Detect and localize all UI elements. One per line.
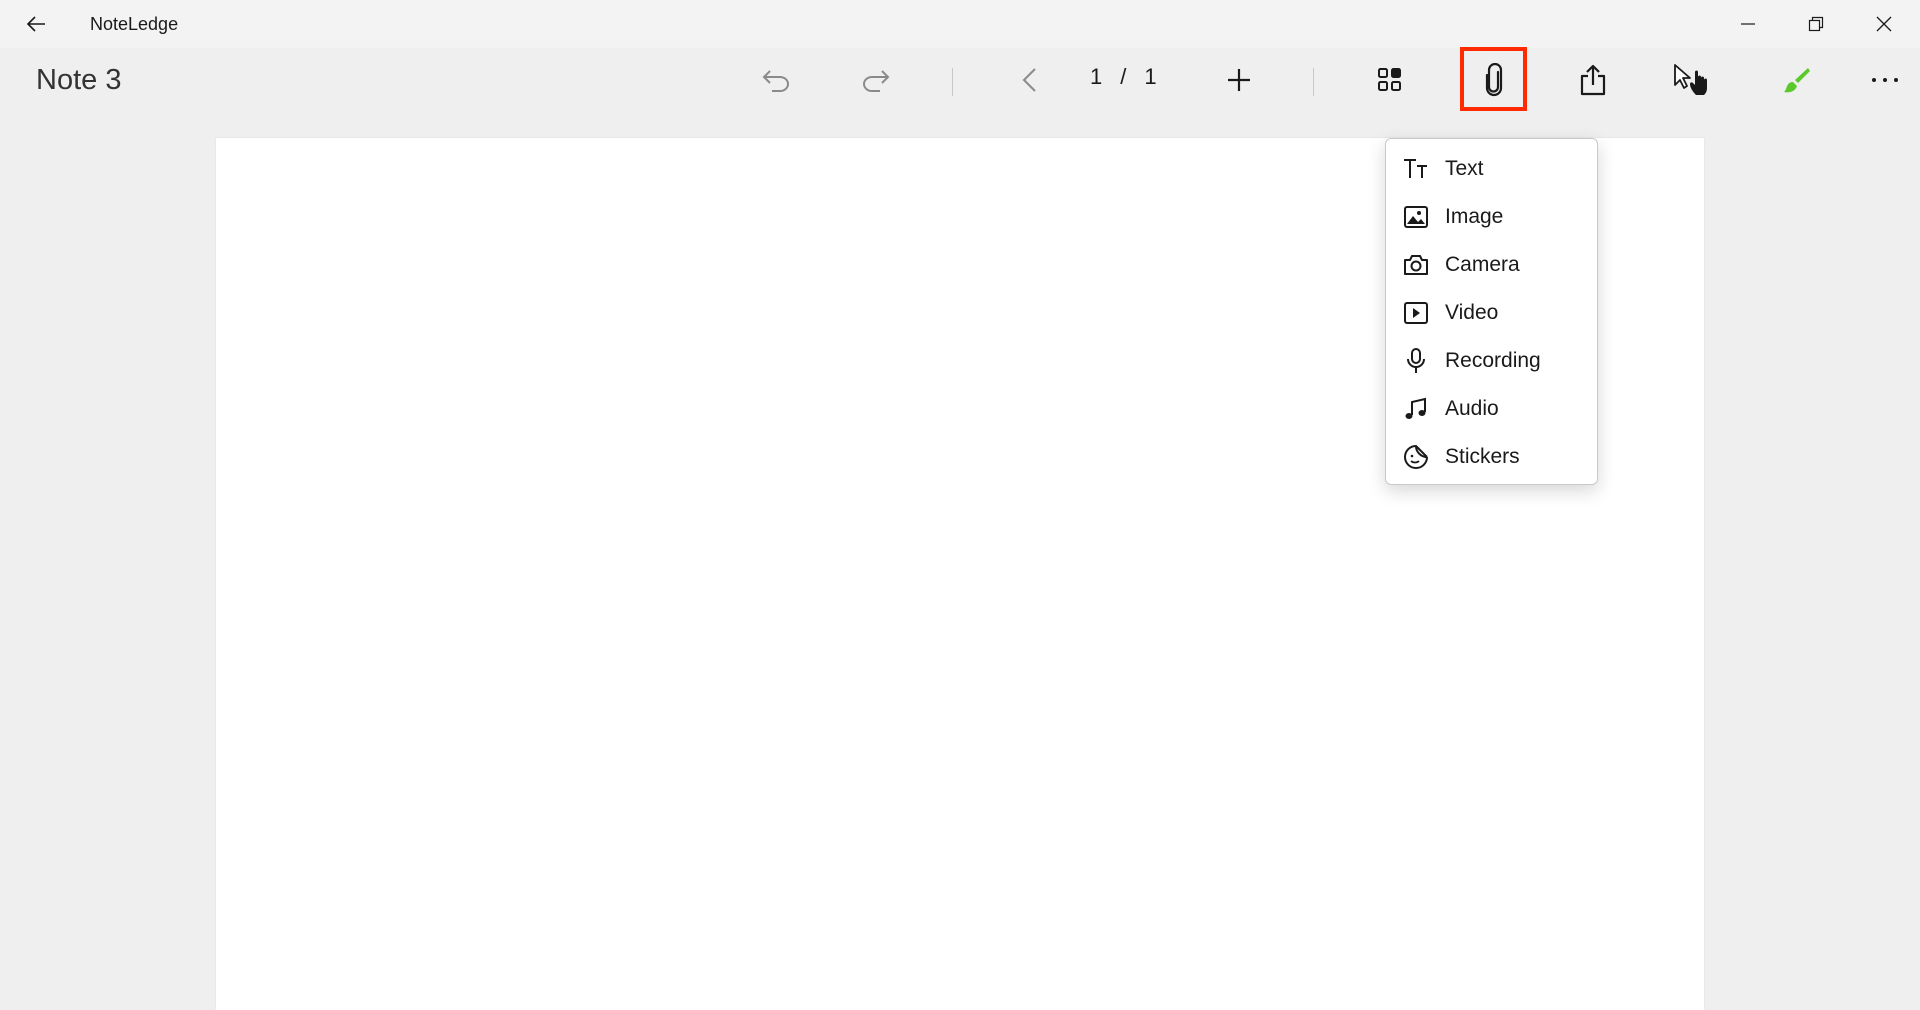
add-page-button[interactable] [1211, 54, 1267, 106]
grid-icon [1378, 68, 1401, 91]
menu-item-camera[interactable]: Camera [1386, 241, 1597, 289]
menu-item-stickers[interactable]: Stickers [1386, 433, 1597, 481]
redo-button[interactable] [848, 54, 904, 106]
app-title: NoteLedge [90, 14, 179, 34]
previous-page-button[interactable] [1001, 54, 1057, 106]
menu-item-label: Stickers [1445, 445, 1520, 468]
text-icon [1402, 155, 1430, 183]
menu-item-label: Camera [1445, 253, 1520, 276]
pointer-hand-icon [1674, 64, 1707, 95]
minimize-button[interactable] [1720, 0, 1776, 48]
menu-item-label: Audio [1445, 397, 1499, 420]
menu-item-recording[interactable]: Recording [1386, 337, 1597, 385]
back-arrow-icon [26, 16, 45, 32]
redo-icon [863, 70, 890, 92]
close-button[interactable] [1856, 0, 1912, 48]
minimize-icon [1741, 23, 1755, 25]
video-icon [1402, 299, 1430, 327]
more-options-button[interactable] [1857, 54, 1913, 106]
title-bar: NoteLedge [0, 0, 1920, 48]
attach-menu: Text Image Camera Video Recording Audio … [1385, 138, 1598, 485]
attach-button-highlight [1460, 47, 1527, 111]
share-button[interactable] [1565, 54, 1621, 106]
microphone-icon [1402, 347, 1430, 375]
menu-item-image[interactable]: Image [1386, 193, 1597, 241]
page-separator: / [1120, 64, 1127, 89]
page-overview-button[interactable] [1362, 54, 1418, 106]
undo-button[interactable] [748, 54, 804, 106]
select-tool-button[interactable] [1666, 54, 1722, 106]
current-page-number: 1 [1090, 64, 1103, 89]
chevron-left-icon [1022, 68, 1036, 92]
close-icon [1876, 16, 1892, 32]
toolbar-divider [1313, 68, 1314, 96]
menu-item-label: Image [1445, 205, 1504, 228]
menu-item-label: Text [1445, 157, 1484, 180]
restore-icon [1808, 16, 1824, 32]
total-page-count: 1 [1144, 64, 1157, 89]
share-icon [1580, 64, 1606, 96]
music-note-icon [1402, 395, 1430, 423]
more-icon [1872, 78, 1898, 82]
note-toolbar: Note 3 1 / 1 [0, 48, 1920, 112]
sticker-icon [1402, 443, 1430, 471]
menu-item-label: Recording [1445, 349, 1541, 372]
brush-tool-button[interactable] [1769, 54, 1825, 106]
menu-item-audio[interactable]: Audio [1386, 385, 1597, 433]
toolbar-divider [952, 68, 953, 96]
menu-item-label: Video [1445, 301, 1499, 324]
restore-button[interactable] [1788, 0, 1844, 48]
note-title: Note 3 [36, 64, 122, 96]
back-button[interactable] [20, 10, 52, 38]
image-icon [1402, 203, 1430, 231]
menu-item-text[interactable]: Text [1386, 145, 1597, 193]
camera-icon [1402, 251, 1430, 279]
menu-item-video[interactable]: Video [1386, 289, 1597, 337]
plus-icon [1228, 69, 1250, 91]
page-indicator: 1 / 1 [1090, 64, 1157, 90]
paintbrush-icon [1784, 68, 1810, 93]
undo-icon [762, 70, 789, 92]
